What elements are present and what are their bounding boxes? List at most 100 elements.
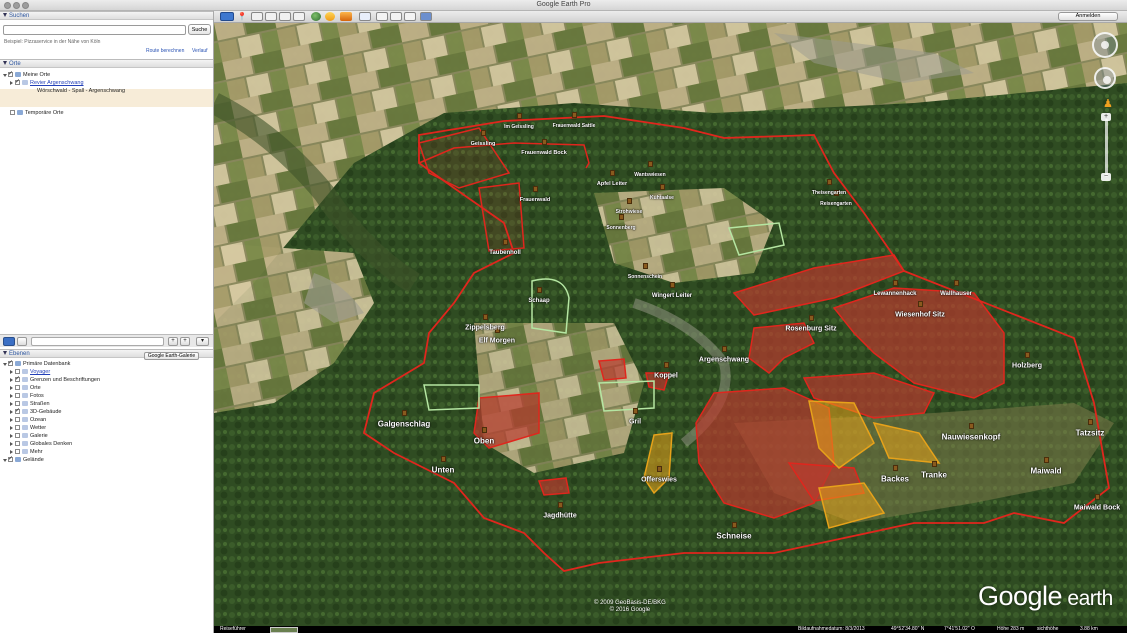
look-around-control[interactable]: [1092, 32, 1118, 58]
map-place-label[interactable]: Holzberg: [1012, 363, 1042, 370]
save-image-icon[interactable]: [404, 12, 416, 21]
expand-triangle-icon[interactable]: [10, 434, 13, 438]
places-view-icon[interactable]: [3, 337, 15, 346]
checkbox[interactable]: [15, 369, 20, 374]
places-filter-field[interactable]: [31, 337, 164, 346]
hunting-stand-pin-icon[interactable]: [482, 427, 487, 433]
map-place-label[interactable]: Backes: [881, 475, 909, 484]
ruler-icon[interactable]: [359, 12, 371, 21]
tour-thumbnail[interactable]: [270, 627, 298, 633]
search-input[interactable]: [3, 25, 186, 35]
google-maps-icon[interactable]: [420, 12, 432, 21]
hunting-stand-pin-icon[interactable]: [542, 139, 547, 145]
expand-triangle-icon[interactable]: [3, 74, 7, 77]
checkbox[interactable]: [15, 78, 20, 86]
map-place-label[interactable]: Wingert Leiter: [652, 293, 692, 299]
map-place-label[interactable]: Strohwiese: [616, 209, 643, 215]
map-place-label[interactable]: Wiesenhof Sitz: [895, 312, 945, 319]
route-link[interactable]: Route berechnen: [146, 48, 184, 54]
email-icon[interactable]: [376, 12, 388, 21]
expand-triangle-icon[interactable]: [10, 394, 13, 398]
map-place-label[interactable]: Geissling: [471, 141, 496, 147]
hunting-stand-pin-icon[interactable]: [537, 287, 542, 293]
search-button[interactable]: Suche: [188, 24, 211, 35]
hunting-stand-pin-icon[interactable]: [918, 301, 923, 307]
map-place-label[interactable]: Lewannenhack: [873, 291, 916, 297]
layers-row[interactable]: Galerie: [0, 432, 213, 440]
expand-triangle-icon[interactable]: [10, 370, 13, 374]
hunting-stand-pin-icon[interactable]: [633, 408, 638, 414]
layers-row[interactable]: Globales Denken: [0, 440, 213, 448]
places-section-header[interactable]: Orte: [0, 59, 213, 68]
hunting-stand-pin-icon[interactable]: [558, 502, 563, 508]
hunting-stand-pin-icon[interactable]: [441, 456, 446, 462]
path-icon[interactable]: [265, 12, 277, 21]
map-place-label[interactable]: Schaap: [528, 298, 549, 304]
hunting-stand-pin-icon[interactable]: [670, 282, 675, 288]
map-place-label[interactable]: Frauenwald: [520, 197, 551, 203]
map-place-label[interactable]: Taubenholl: [489, 250, 521, 256]
map-place-label[interactable]: Wallhauser: [940, 291, 972, 297]
hunting-stand-pin-icon[interactable]: [481, 130, 486, 136]
expand-triangle-icon[interactable]: [3, 459, 7, 462]
map-place-label[interactable]: Tranke: [921, 471, 947, 480]
expand-triangle-icon[interactable]: [3, 363, 7, 366]
checkbox[interactable]: [15, 417, 20, 422]
layers-row[interactable]: Grenzen und Beschriftungen: [0, 375, 213, 384]
planet-switch-icon[interactable]: [340, 12, 352, 21]
map-place-label[interactable]: Jagdhütte: [543, 513, 576, 520]
hunting-stand-pin-icon[interactable]: [1025, 352, 1030, 358]
hunting-stand-pin-icon[interactable]: [893, 280, 898, 286]
expand-triangle-icon[interactable]: [10, 386, 13, 390]
hunting-stand-pin-icon[interactable]: [1095, 494, 1100, 500]
expand-triangle-icon[interactable]: [10, 442, 13, 446]
layers-row[interactable]: Orte: [0, 384, 213, 392]
hunting-stand-pin-icon[interactable]: [657, 466, 662, 472]
checkbox[interactable]: [15, 407, 20, 415]
hunting-stand-pin-icon[interactable]: [827, 179, 832, 185]
image-overlay-icon[interactable]: [279, 12, 291, 21]
layers-row[interactable]: Gelände: [0, 455, 213, 464]
map-place-label[interactable]: Frauenwald Bock: [521, 150, 567, 156]
layers-row[interactable]: Ozean: [0, 416, 213, 424]
map-place-label[interactable]: Frauenwald Sattle: [553, 123, 596, 129]
checkbox[interactable]: [15, 425, 20, 430]
map-place-label[interactable]: Zippelsberg: [465, 325, 505, 332]
expand-triangle-icon[interactable]: [10, 418, 13, 422]
checkbox[interactable]: [15, 385, 20, 390]
sidebar-toggle-icon[interactable]: [220, 12, 234, 21]
map-place-label[interactable]: Koppel: [654, 373, 678, 380]
layers-row[interactable]: Mehr: [0, 448, 213, 456]
map-view[interactable]: Im Geissling Frauenwald Sattle Geissling Fr…: [214, 23, 1127, 633]
hunting-stand-pin-icon[interactable]: [660, 184, 665, 190]
sunlight-icon[interactable]: [325, 12, 335, 21]
map-place-label[interactable]: Kuhtaalse: [650, 195, 674, 201]
hunting-stand-pin-icon[interactable]: [610, 170, 615, 176]
expand-triangle-icon[interactable]: [10, 426, 13, 430]
hunting-stand-pin-icon[interactable]: [503, 239, 508, 245]
zoom-slider[interactable]: [1105, 119, 1108, 177]
checkbox[interactable]: [15, 441, 20, 446]
hunting-stand-pin-icon[interactable]: [969, 423, 974, 429]
checkbox[interactable]: [15, 433, 20, 438]
earth-gallery-button[interactable]: Google Earth-Galerie: [144, 352, 199, 360]
layers-row[interactable]: Wetter: [0, 424, 213, 432]
hunting-stand-pin-icon[interactable]: [402, 410, 407, 416]
layers-row[interactable]: 3D-Gebäude: [0, 407, 213, 416]
expand-triangle-icon[interactable]: [10, 410, 13, 414]
add-icon[interactable]: +: [168, 337, 178, 346]
map-place-label[interactable]: Maiwald Bock: [1074, 505, 1120, 512]
map-place-label[interactable]: Unten: [432, 466, 455, 475]
map-place-label[interactable]: Apfel Leiter: [597, 181, 627, 187]
map-place-label[interactable]: Tatzsitz: [1076, 429, 1105, 438]
hunting-stand-pin-icon[interactable]: [517, 113, 522, 119]
map-place-label[interactable]: Reisengarten: [820, 201, 852, 207]
checkbox[interactable]: [15, 449, 20, 454]
places-row[interactable]: Temporäre Orte: [0, 109, 213, 117]
layers-row[interactable]: Straßen: [0, 400, 213, 408]
zoom-out-button[interactable]: −: [1101, 173, 1111, 181]
layers-view-icon[interactable]: [17, 337, 27, 346]
history-link[interactable]: Verlauf: [192, 48, 208, 54]
signin-button[interactable]: Anmelden: [1058, 12, 1118, 21]
map-place-label[interactable]: Sonnenberg: [606, 225, 635, 231]
